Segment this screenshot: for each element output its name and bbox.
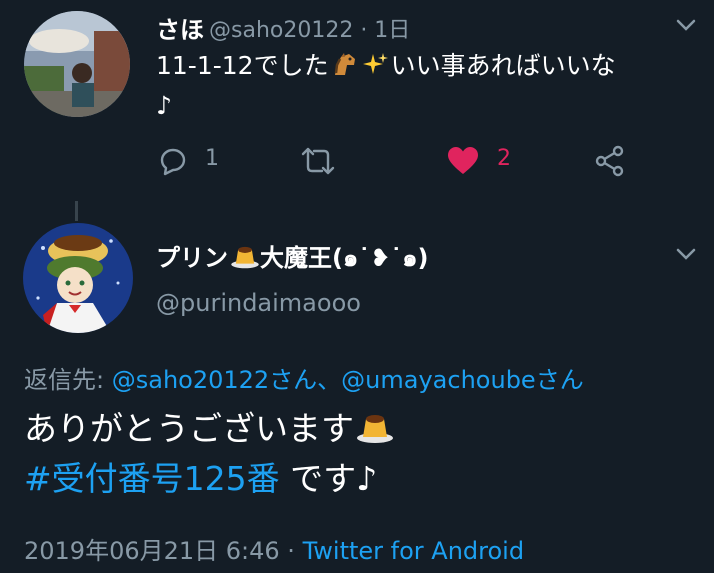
reply-icon[interactable]	[156, 145, 188, 177]
tweet-text: ありがとうございます #受付番号125番 です♪	[24, 404, 394, 504]
pudding-emoji-icon	[230, 243, 260, 269]
retweet-icon[interactable]	[300, 145, 336, 177]
author-name-part: プリン	[156, 244, 228, 272]
avatar[interactable]	[23, 223, 133, 333]
author-name[interactable]: さほ	[156, 10, 204, 45]
tweet-text-part: いい事あればいいな	[390, 51, 616, 80]
hashtag-link[interactable]: #受付番号125番	[24, 459, 280, 498]
chevron-down-icon[interactable]	[676, 17, 696, 31]
tweet-text: 11-1-12でした いい事あればいいな ♪	[156, 46, 696, 126]
chevron-down-icon[interactable]	[676, 246, 696, 260]
horse-emoji-icon	[331, 50, 358, 77]
replying-users-link[interactable]: @saho20122さん、@umayachoubeさん	[112, 366, 584, 394]
thread-connector	[75, 201, 78, 221]
tweet-text-part: です♪	[279, 459, 378, 498]
share-icon[interactable]	[594, 145, 626, 177]
tweet-text-part: 11-1-12でした	[156, 51, 329, 80]
heart-icon[interactable]	[446, 145, 480, 177]
reply-count: 1	[205, 146, 219, 171]
author-name-part: 大魔王(๑˙❥˙๑)	[260, 244, 429, 272]
replying-label: 返信先:	[24, 366, 105, 394]
author-handle[interactable]: @purindaimaooo	[156, 289, 361, 317]
sparkles-emoji-icon	[362, 50, 389, 77]
replying-to: 返信先: @saho20122さん、@umayachoubeさん	[24, 360, 584, 395]
tweet-text-part: ♪	[156, 91, 172, 120]
tweet-text-part: ありがとうございます	[24, 409, 354, 448]
timestamp: 2019年06月21日 6:46 ·	[24, 537, 303, 565]
timestamp-row: 2019年06月21日 6:46 · Twitter for Android	[24, 531, 524, 566]
like-count: 2	[497, 146, 511, 171]
author-handle-time[interactable]: @saho20122 · 1日	[209, 12, 410, 44]
avatar[interactable]	[24, 11, 130, 117]
pudding-emoji-icon	[356, 408, 394, 443]
author-name[interactable]: プリン 大魔王(๑˙❥˙๑)	[156, 238, 429, 277]
source-link[interactable]: Twitter for Android	[303, 537, 524, 565]
